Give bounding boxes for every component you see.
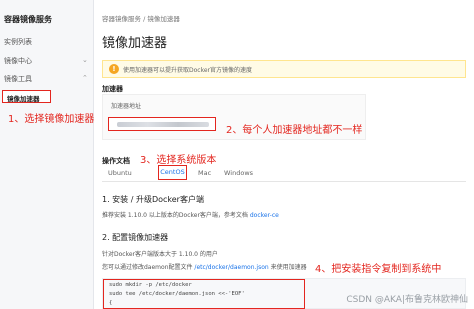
docker-ce-link[interactable]: docker-ce	[250, 212, 279, 219]
step1-title: 1. 安装 / 升级Docker客户端	[102, 195, 204, 204]
step2-text2: 您可以通过修改daemon配置文件 /etc/docker/daemon.jso…	[102, 262, 307, 271]
annotation-step1: 1、选择镜像加速器	[8, 114, 95, 125]
sidebar-item-instances[interactable]: 实例列表	[4, 37, 32, 47]
step1-text: 推荐安装 1.10.0 以上版本的Docker客户端，参考文档 docker-c…	[102, 210, 279, 219]
tab-centos[interactable]: CentOS	[158, 165, 187, 180]
notice-text: 使用加速器可以提升获取Docker官方镜像的速度	[123, 67, 253, 74]
info-icon: !	[109, 64, 119, 74]
sidebar-item-label: 镜像工具	[4, 75, 32, 83]
tab-windows[interactable]: Windows	[224, 169, 253, 177]
os-tabs: Ubuntu Mac Windows	[102, 165, 466, 182]
sidebar-item-image-tools[interactable]: 镜像工具 ⌃	[4, 74, 90, 84]
step2-text2-suffix: 来使用加速器	[270, 264, 307, 271]
code-highlight-box	[103, 279, 305, 309]
watermark: CSDN @AKA|布鲁克林欧神仙	[346, 295, 468, 305]
redacted-address	[117, 122, 209, 127]
accelerator-address-value[interactable]	[108, 117, 216, 131]
annotation-step3: 3、选择系统版本	[140, 155, 217, 166]
sidebar-title: 容器镜像服务	[4, 15, 52, 24]
step2-title: 2. 配置镜像加速器	[102, 233, 169, 242]
page-title: 镜像加速器	[102, 36, 168, 51]
tab-mac[interactable]: Mac	[198, 169, 211, 177]
step2-text1: 针对Docker客户端版本大于 1.10.0 的用户	[102, 251, 218, 258]
accelerator-section-label: 加速器	[102, 85, 123, 93]
breadcrumb: 容器镜像服务 / 镜像加速器	[102, 15, 180, 23]
sidebar-item-image-accelerator[interactable]: 镜像加速器	[2, 90, 51, 103]
sidebar: 容器镜像服务 实例列表 镜像中心 ⌄ 镜像工具 ⌃ 镜像加速器	[0, 0, 94, 309]
sidebar-item-image-center[interactable]: 镜像中心 ⌄	[4, 56, 90, 66]
chevron-up-icon: ⌃	[82, 74, 88, 82]
tab-ubuntu[interactable]: Ubuntu	[108, 169, 132, 177]
notice-banner: ! 使用加速器可以提升获取Docker官方镜像的速度	[102, 60, 466, 78]
sidebar-item-label: 镜像中心	[4, 57, 32, 65]
step2-text2-prefix: 您可以通过修改daemon配置文件	[102, 264, 193, 271]
annotation-step4: 4、把安装指令复制到系统中	[315, 264, 442, 275]
sidebar-item-label: 实例列表	[4, 38, 32, 46]
annotation-step2: 2、每个人加速器地址都不一样	[226, 125, 363, 136]
accelerator-address-label: 加速器地址	[111, 103, 142, 110]
step1-text-prefix: 推荐安装 1.10.0 以上版本的Docker客户端，参考文档	[102, 212, 248, 219]
daemon-json-link[interactable]: /etc/docker/daemon.json	[194, 264, 268, 271]
chevron-down-icon: ⌄	[82, 56, 88, 64]
